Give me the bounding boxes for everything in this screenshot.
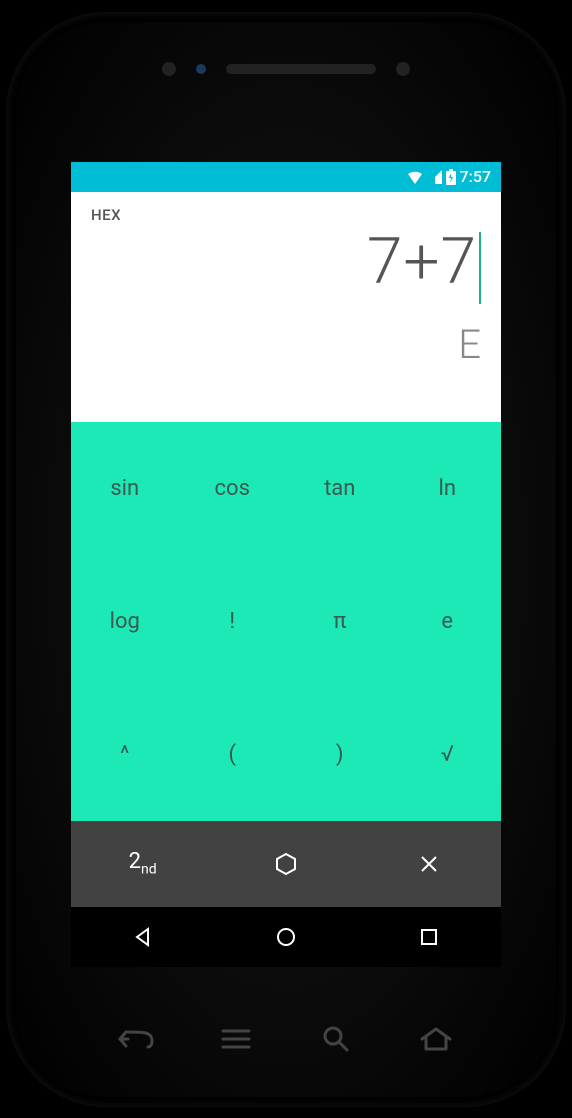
tan-key[interactable]: tan [286, 422, 394, 555]
recent-apps-button[interactable] [358, 907, 501, 967]
home-button[interactable] [214, 907, 357, 967]
cos-key[interactable]: cos [179, 422, 287, 555]
e-key[interactable]: e [394, 555, 502, 688]
pi-key[interactable]: π [286, 555, 394, 688]
android-navigation-bar [71, 907, 501, 967]
back-icon [132, 926, 154, 948]
open-paren-key[interactable]: ( [179, 688, 287, 821]
second-function-key[interactable]: 2nd [71, 821, 214, 907]
battery-charging-icon [446, 169, 456, 185]
hw-home-button[interactable] [420, 1027, 452, 1055]
hw-menu-button[interactable] [221, 1028, 251, 1054]
sqrt-key[interactable]: √ [394, 688, 502, 821]
close-paren-key[interactable]: ) [286, 688, 394, 821]
factorial-key[interactable]: ! [179, 555, 287, 688]
hw-back-button[interactable] [118, 1027, 154, 1055]
phone-sensors [16, 62, 556, 76]
result-display: E [91, 321, 481, 368]
hw-back-icon [118, 1027, 154, 1051]
hexagon-icon [274, 852, 298, 876]
phone-bezel: 7:57 HEX 7+7 E sin cos tan ln log ! π e [16, 22, 556, 1097]
hexagon-button[interactable] [214, 821, 357, 907]
home-icon [275, 926, 297, 948]
wifi-icon [406, 170, 424, 184]
sin-key[interactable]: sin [71, 422, 179, 555]
android-status-bar[interactable]: 7:57 [71, 162, 501, 192]
function-keypad: sin cos tan ln log ! π e ^ ( ) √ [71, 422, 501, 821]
calculator-display: HEX 7+7 E [71, 192, 501, 422]
utility-bar: 2nd [71, 821, 501, 907]
camera-sensor [162, 62, 176, 76]
hardware-buttons [86, 1025, 486, 1057]
hw-menu-icon [221, 1028, 251, 1050]
close-icon [419, 854, 439, 874]
recent-icon [419, 927, 439, 947]
close-button[interactable] [358, 821, 501, 907]
expression-text: 7+7 [367, 224, 477, 299]
hw-search-button[interactable] [322, 1025, 350, 1057]
hw-search-icon [322, 1025, 350, 1053]
proximity-sensor [196, 64, 206, 74]
signal-icon [428, 170, 442, 184]
phone-hardware-frame: 7:57 HEX 7+7 E sin cos tan ln log ! π e [6, 12, 566, 1107]
phone-screen: 7:57 HEX 7+7 E sin cos tan ln log ! π e [71, 162, 501, 967]
back-button[interactable] [71, 907, 214, 967]
hw-home-icon [420, 1027, 452, 1051]
text-cursor [479, 232, 481, 304]
status-time: 7:57 [460, 167, 492, 186]
log-key[interactable]: log [71, 555, 179, 688]
expression-field[interactable]: 7+7 [91, 224, 481, 299]
front-camera [396, 62, 410, 76]
speaker-grille [226, 64, 376, 74]
mode-label[interactable]: HEX [91, 206, 481, 224]
power-key[interactable]: ^ [71, 688, 179, 821]
ln-key[interactable]: ln [394, 422, 502, 555]
